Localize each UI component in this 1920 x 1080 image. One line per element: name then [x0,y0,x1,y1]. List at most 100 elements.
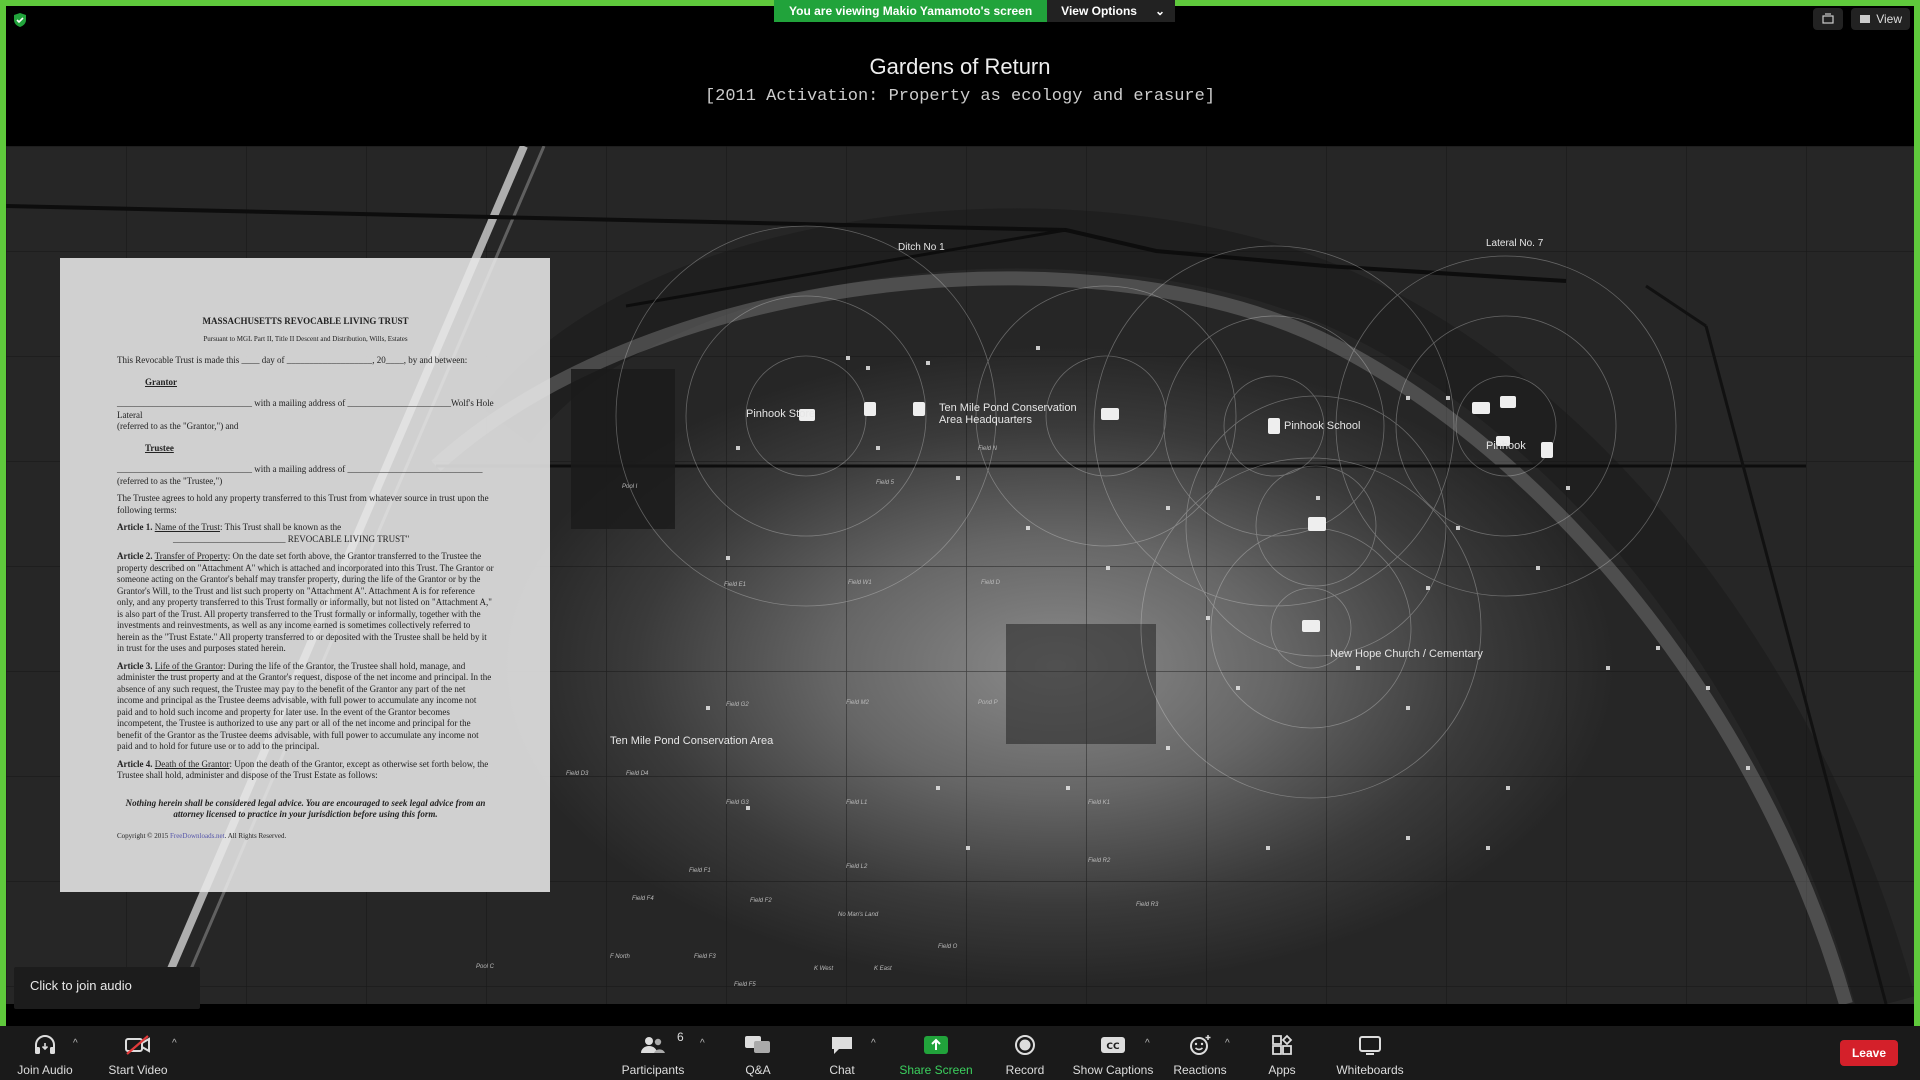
field-label: Field F3 [694,954,716,960]
trustee-heading: Trustee [145,442,174,453]
record-icon [1015,1035,1035,1055]
leave-button[interactable]: Leave [1839,1040,1898,1066]
chat-label: Chat [829,1063,855,1077]
slide-title: Gardens of Return [869,54,1051,79]
field-label: Field M2 [846,700,870,706]
share-screen-icon [924,1036,948,1054]
show-captions-button[interactable]: CC Show Captions [1072,1032,1154,1077]
article-1-heading: Name of the Trust [154,522,220,532]
fullscreen-exit-button[interactable] [1813,8,1844,30]
map-label-conservation-area: Ten Mile Pond Conservation Area [610,735,774,747]
article-1: Article 1. Name of the Trust: This Trust… [117,522,494,545]
svg-text:CC: CC [1106,1042,1120,1052]
meeting-toolbar: Join Audio ^ Start Video ^ 6 Participant… [0,1026,1920,1080]
legal-disclaimer: Nothing herein shall be considered legal… [125,797,486,820]
article-3-text: : During the life of the Grantor, the Tr… [117,660,492,752]
field-label: Field D3 [566,771,589,777]
video-off-icon [125,1035,150,1055]
field-label: Field R2 [1088,858,1111,864]
field-label: Field L1 [846,800,868,806]
participants-count: 6 [677,1030,684,1044]
field-label: Field O [938,944,958,950]
trust-document: MASSACHUSETTS REVOCABLE LIVING TRUST Pur… [60,258,550,892]
share-screen-button[interactable]: Share Screen [899,1032,973,1077]
field-label: Field G3 [726,800,749,806]
start-video-button[interactable]: Start Video [106,1032,170,1077]
qa-button[interactable]: Q&A [740,1032,776,1077]
field-label: Pond P [978,700,998,706]
qa-icon [745,1036,770,1053]
field-label: Field F4 [632,896,654,902]
join-audio-label: Join Audio [17,1063,73,1077]
article-3-heading: Life of the Grantor [154,660,223,671]
record-button[interactable]: Record [1004,1032,1046,1077]
trustee-agrees: The Trustee agrees to hold any property … [117,493,489,515]
article-1-text: : This Trust shall be known as the [219,522,342,532]
share-screen-label: Share Screen [899,1063,973,1077]
apps-button[interactable]: Apps [1267,1032,1297,1077]
article-4: Article 4. Death of the Grantor: Upon th… [117,759,494,782]
reactions-caret-icon[interactable]: ^ [1225,1038,1230,1049]
join-audio-tooltip[interactable]: Click to join audio [14,967,200,1009]
view-grid-icon [1860,15,1871,23]
start-video-label: Start Video [108,1063,168,1077]
document-subtitle: Pursuant to MGL Part II, Title II Descen… [203,334,408,343]
reactions-button[interactable]: Reactions [1173,1032,1227,1077]
article-1-name: _________________________ REVOCABLE LIVI… [173,533,410,544]
article-1-label: Article 1. [117,522,153,532]
audio-options-caret-icon[interactable]: ^ [73,1038,78,1049]
article-4-label: Article 4. [117,758,153,769]
top-right-controls: View [1813,8,1910,30]
trustee-ref: (referred to as the "Trustee,") [117,475,223,486]
field-label: Field 5 [876,480,895,486]
map-label-pinhook-school: Pinhook School [1284,420,1361,432]
participants-icon [641,1037,665,1053]
participants-caret-icon[interactable]: ^ [700,1038,705,1049]
field-label: F North [610,954,630,960]
video-options-caret-icon[interactable]: ^ [172,1038,177,1049]
view-options-button[interactable]: View Options ⌄ [1047,0,1176,22]
trustee-line: ______________________________ with a ma… [117,464,483,474]
apps-icon [1272,1034,1293,1055]
chat-button[interactable]: Chat [826,1032,858,1077]
copyright-link[interactable]: FreeDownloads.net [170,832,225,840]
security-shield-icon[interactable] [12,12,28,28]
article-3: Article 3. Life of the Grantor: During t… [117,661,494,753]
show-captions-label: Show Captions [1072,1063,1154,1077]
headphones-icon [35,1035,55,1054]
field-label: Field R3 [1136,902,1159,908]
chat-caret-icon[interactable]: ^ [871,1038,876,1049]
reactions-label: Reactions [1173,1063,1227,1077]
whiteboards-button[interactable]: Whiteboards [1335,1032,1405,1077]
field-label: Field N [978,446,998,452]
map-label-pinhook-store: Pinhook Store [746,408,816,420]
grantor-ref: (referred to as the "Grantor,") and [117,421,239,431]
field-label: Field F1 [689,868,711,874]
document-title: MASSACHUSETTS REVOCABLE LIVING TRUST [202,316,409,326]
map-label-church: New Hope Church / Cementary [1330,648,1483,660]
view-options-label: View Options [1061,4,1137,18]
chevron-down-icon: ⌄ [1154,4,1166,18]
screen-share-banner: You are viewing Makio Yamamoto's screen … [774,0,1176,22]
article-4-heading: Death of the Grantor [154,758,230,769]
captions-caret-icon[interactable]: ^ [1145,1038,1150,1049]
map-label-hq-line2: Area Headquarters [939,414,1032,426]
field-label: Field E1 [724,582,747,588]
join-audio-button[interactable]: Join Audio [16,1032,74,1077]
field-label: Field G2 [726,702,749,708]
captions-icon: CC [1101,1037,1125,1053]
field-label: Field F2 [750,898,772,904]
participants-button[interactable]: 6 Participants [620,1030,686,1077]
document-intro: This Revocable Trust is made this ____ d… [117,355,468,365]
grantor-line: ______________________________ with a ma… [117,398,494,420]
chat-icon [832,1037,852,1054]
field-label: Pool I [622,484,638,490]
field-label: Field K1 [1088,800,1111,806]
apps-label: Apps [1268,1063,1296,1077]
view-button[interactable]: View [1851,8,1910,30]
record-label: Record [1005,1063,1045,1077]
view-button-label: View [1876,12,1902,26]
field-label: K West [814,966,834,972]
article-2: Article 2. Transfer of Property: On the … [117,551,494,655]
field-label: K East [874,966,892,972]
